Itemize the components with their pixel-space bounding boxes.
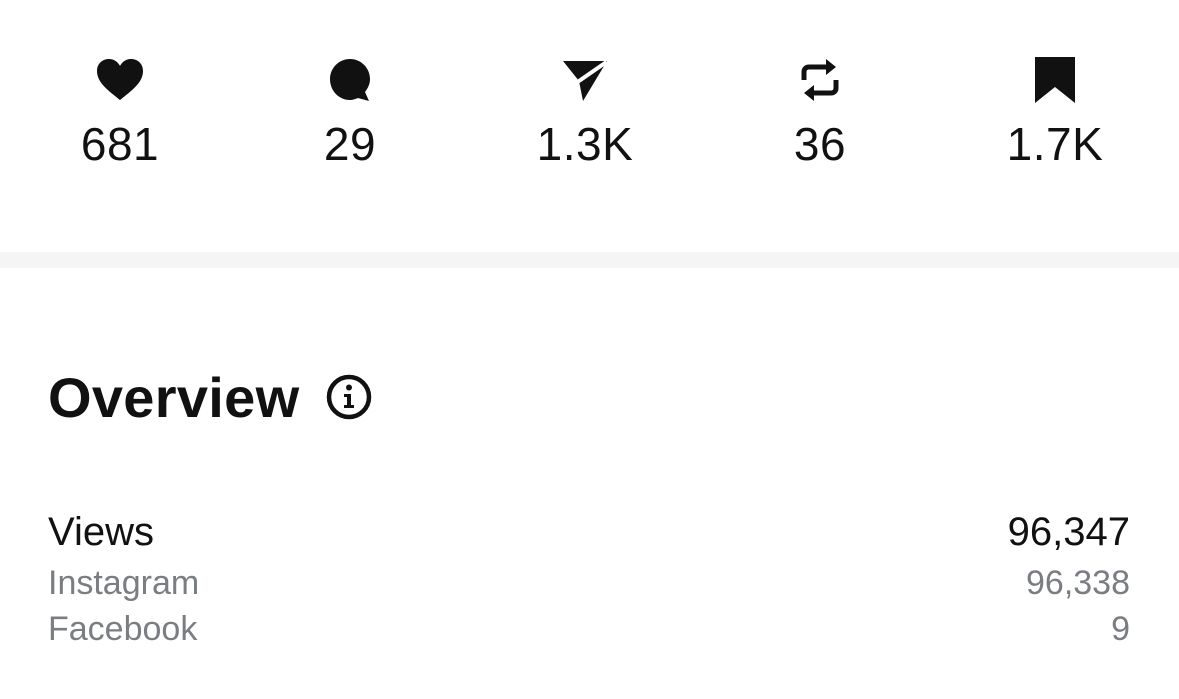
facebook-views-row: Facebook 9 <box>48 607 1130 651</box>
stat-reposts[interactable]: 36 <box>720 54 920 172</box>
repost-icon <box>794 54 846 106</box>
views-value: 96,347 <box>1007 509 1130 554</box>
comments-count: 29 <box>323 118 377 170</box>
likes-count: 681 <box>80 118 160 170</box>
bookmark-icon <box>1029 54 1081 106</box>
heart-icon <box>94 54 146 106</box>
send-icon <box>559 54 611 106</box>
comment-icon <box>324 54 376 106</box>
instagram-value: 96,338 <box>1026 563 1130 602</box>
facebook-label: Facebook <box>48 609 198 648</box>
views-label: Views <box>48 509 154 554</box>
views-row: Views 96,347 <box>48 506 1130 558</box>
overview-title: Overview <box>48 365 300 429</box>
saves-count: 1.7K <box>1006 118 1104 170</box>
instagram-views-row: Instagram 96,338 <box>48 561 1130 605</box>
engagement-stats-row: 681 29 1.3K 36 1.7K <box>0 0 1179 252</box>
section-divider <box>0 252 1179 268</box>
stat-shares[interactable]: 1.3K <box>485 54 685 172</box>
facebook-value: 9 <box>1111 609 1130 648</box>
stat-comments[interactable]: 29 <box>250 54 450 172</box>
reposts-count: 36 <box>793 118 847 170</box>
stat-saves[interactable]: 1.7K <box>955 54 1155 172</box>
overview-header: Overview <box>48 362 373 432</box>
shares-count: 1.3K <box>536 118 634 170</box>
info-icon[interactable] <box>325 373 373 421</box>
stat-likes[interactable]: 681 <box>20 54 220 172</box>
instagram-label: Instagram <box>48 563 200 602</box>
